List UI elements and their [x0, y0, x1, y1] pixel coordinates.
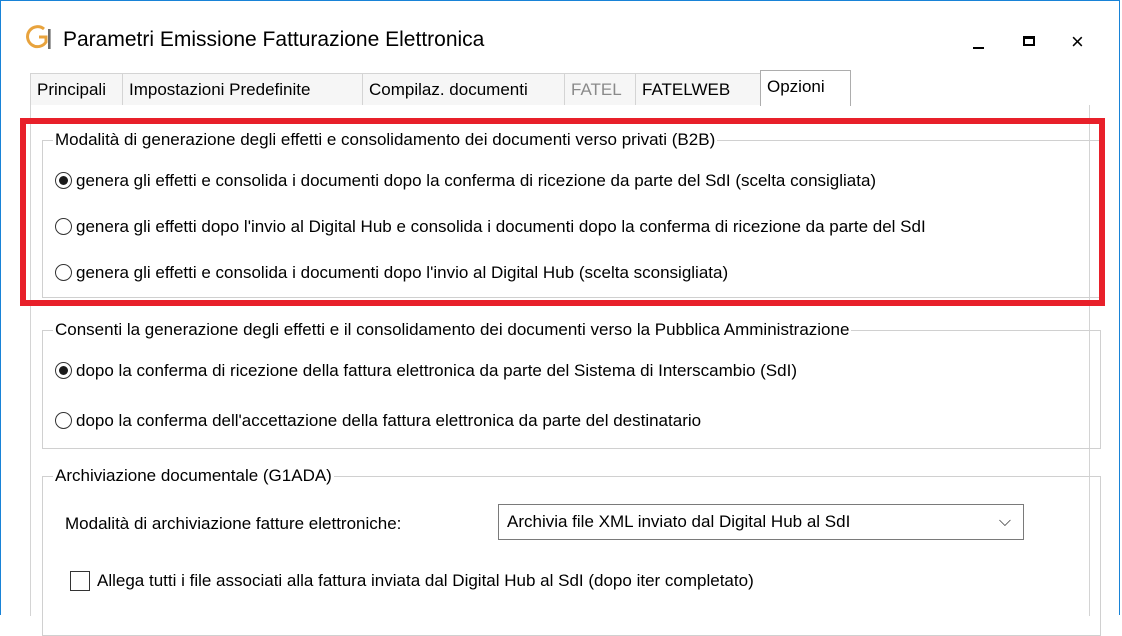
tab-fatel: FATEL	[564, 73, 636, 105]
tab-bar: Principali Impostazioni Predefinite Comp…	[30, 70, 1090, 106]
radio-button[interactable]	[55, 218, 72, 235]
radio-button[interactable]	[55, 264, 72, 281]
radio-button-checked[interactable]	[55, 172, 72, 189]
attach-files-checkbox[interactable]	[70, 571, 90, 591]
tab-fatelweb[interactable]: FATELWEB	[635, 73, 761, 105]
radio-label: genera gli effetti e consolida i documen…	[76, 263, 729, 282]
tab-impostazioni-predefinite[interactable]: Impostazioni Predefinite	[122, 73, 363, 105]
close-icon: ×	[1071, 29, 1084, 54]
maximize-icon	[1023, 36, 1035, 46]
minimize-icon	[973, 47, 984, 49]
archive-mode-value: Archivia file XML inviato dal Digital Hu…	[507, 512, 851, 531]
radio-label: genera gli effetti e consolida i documen…	[76, 171, 877, 190]
radio-label: genera gli effetti dopo l'invio al Digit…	[76, 217, 926, 236]
title-bar[interactable]: Parametri Emissione Fatturazione Elettro…	[1, 1, 1119, 63]
pa-group-title: Consenti la generazione degli effetti e …	[53, 320, 852, 340]
archive-group: Archiviazione documentale (G1ADA) Modali…	[42, 466, 1101, 636]
radio-label: dopo la conferma dell'accettazione della…	[76, 411, 702, 430]
tab-principali[interactable]: Principali	[30, 73, 123, 105]
radio-button-checked[interactable]	[55, 362, 72, 379]
b2b-group: Modalità di generazione degli effetti e …	[42, 130, 1101, 298]
radio-button[interactable]	[55, 412, 72, 429]
tab-opzioni[interactable]: Opzioni	[760, 70, 851, 106]
dialog-window: Parametri Emissione Fatturazione Elettro…	[0, 0, 1120, 636]
b2b-group-title: Modalità di generazione degli effetti e …	[53, 130, 718, 150]
radio-label: dopo la conferma di ricezione della fatt…	[76, 361, 797, 380]
g1-app-icon	[26, 25, 52, 51]
close-button[interactable]: ×	[1054, 17, 1100, 63]
archive-group-title: Archiviazione documentale (G1ADA)	[53, 466, 334, 486]
tab-compilaz-documenti[interactable]: Compilaz. documenti	[362, 73, 565, 105]
archive-mode-select[interactable]: Archivia file XML inviato dal Digital Hu…	[498, 504, 1024, 540]
chevron-down-icon: ⌵	[998, 513, 1011, 530]
minimize-button[interactable]	[955, 17, 1001, 63]
attach-files-label: Allega tutti i file associati alla fattu…	[97, 571, 754, 590]
pa-group: Consenti la generazione degli effetti e …	[42, 320, 1101, 449]
window-title: Parametri Emissione Fatturazione Elettro…	[63, 28, 485, 51]
maximize-button[interactable]	[1005, 17, 1051, 63]
archive-mode-label: Modalità di archiviazione fatture elettr…	[65, 514, 402, 533]
